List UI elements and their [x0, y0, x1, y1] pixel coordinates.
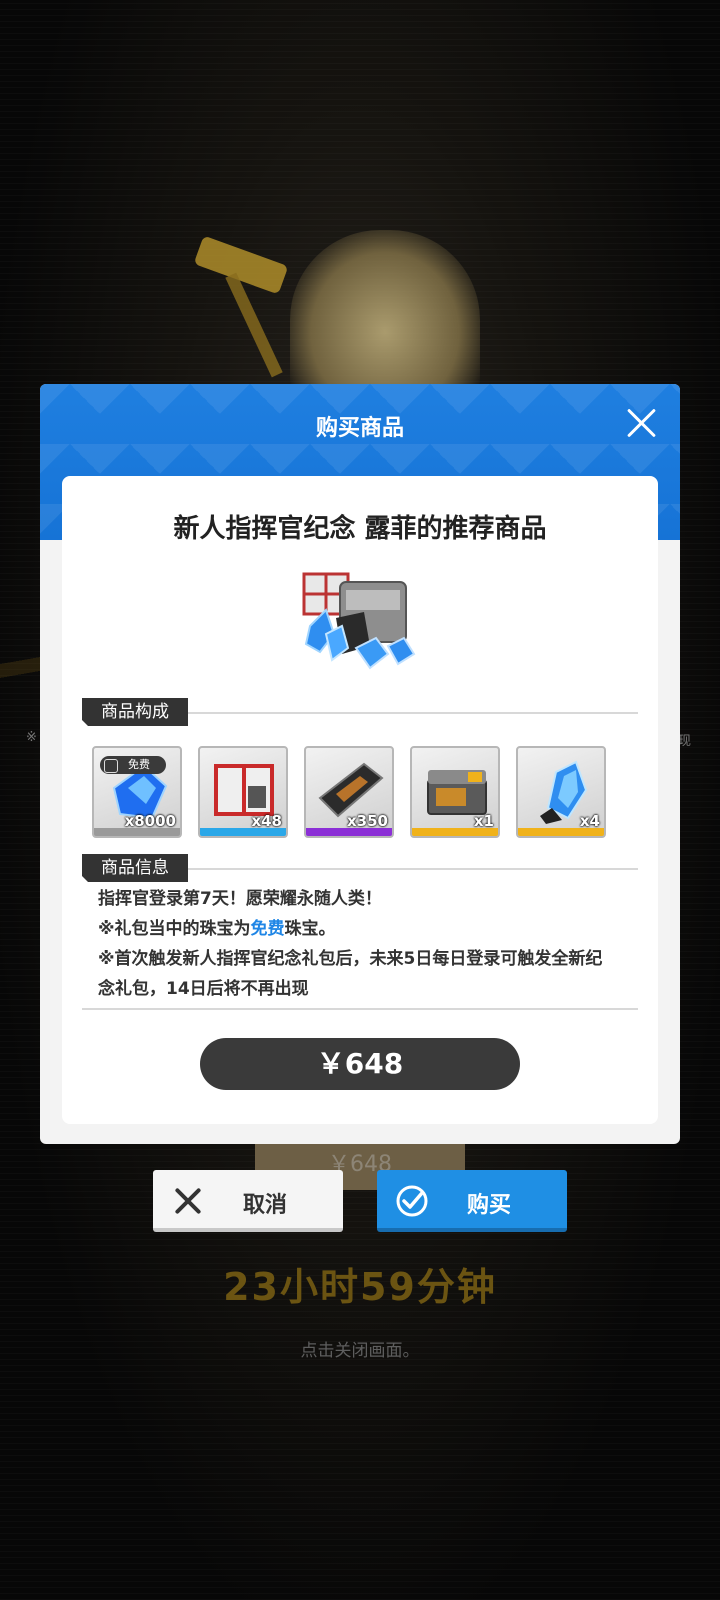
countdown-timer: 23小时59分钟	[223, 1265, 497, 1309]
item-treasure-chest[interactable]: x1	[410, 746, 500, 838]
item-quantity: x4	[579, 812, 600, 830]
info-line-2: ※礼包当中的珠宝为免费珠宝。	[98, 919, 336, 939]
cancel-button[interactable]: 取消	[153, 1170, 343, 1232]
item-gems[interactable]: 免费 x8000	[92, 746, 182, 838]
free-highlight: 免费	[250, 919, 285, 939]
info-divider	[188, 868, 638, 870]
check-circle-icon	[396, 1185, 428, 1217]
item-chip-module[interactable]: x350	[304, 746, 394, 838]
price-button[interactable]: ￥648	[200, 1038, 520, 1090]
info-line-3: ※首次触发新人指挥官纪念礼包后，未来5日每日登录可触发全新纪念礼包，14日后将不…	[98, 949, 603, 999]
close-icon[interactable]	[624, 406, 658, 440]
item-quantity: x1	[473, 812, 494, 830]
info-bottom-divider	[82, 1008, 638, 1010]
dialog-title: 购买商品	[315, 416, 404, 441]
product-title: 新人指挥官纪念 露菲的推荐商品	[173, 514, 547, 544]
info-section-label: 商品信息	[82, 854, 188, 882]
product-info-text[interactable]: 指挥官登录第7天！愿荣耀永随人类！ ※礼包当中的珠宝为免费珠宝。 ※首次触发新人…	[98, 884, 618, 1004]
item-quantity: x8000	[124, 812, 176, 830]
bundle-image	[302, 572, 416, 670]
bundle-items: 免费 x8000 x48 x350 x1 x4	[92, 746, 632, 842]
item-crystal[interactable]: x4	[516, 746, 606, 838]
item-supply-box[interactable]: x48	[198, 746, 288, 838]
close-icon	[171, 1184, 205, 1218]
cancel-label: 取消	[243, 1193, 288, 1218]
background-note-left: ※	[26, 730, 37, 745]
free-tag: 免费	[100, 756, 166, 774]
close-hint[interactable]: 点击关闭画面。	[0, 1336, 720, 1361]
buy-label: 购买	[467, 1193, 512, 1218]
product-card: 新人指挥官纪念 露菲的推荐商品 商品构成 免费 x8000 x48 x350 x…	[62, 476, 658, 1124]
item-quantity: x48	[251, 812, 282, 830]
contents-section-label: 商品构成	[82, 698, 188, 726]
background-character	[290, 230, 480, 400]
buy-button[interactable]: 购买	[377, 1170, 567, 1232]
item-quantity: x350	[347, 812, 388, 830]
info-line-1: 指挥官登录第7天！愿荣耀永随人类！	[98, 889, 382, 909]
contents-divider	[188, 712, 638, 714]
purchase-dialog: 购买商品 新人指挥官纪念 露菲的推荐商品 商品构成 免费 x8000 x48 x…	[40, 384, 680, 1144]
